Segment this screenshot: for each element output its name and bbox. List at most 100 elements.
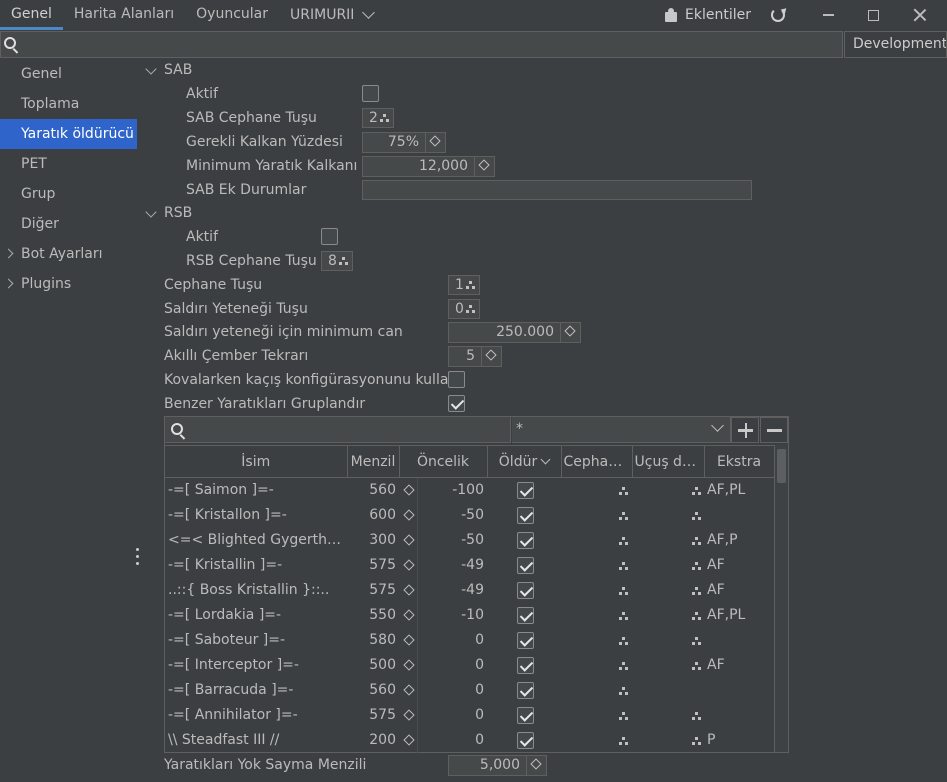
cell-extra[interactable]	[704, 503, 774, 528]
group-checkbox[interactable]	[448, 395, 465, 412]
cell-range-stepper[interactable]	[399, 627, 418, 653]
cell-range[interactable]: 560	[347, 678, 399, 703]
kill-checkbox[interactable]	[517, 706, 534, 724]
cell-ammo[interactable]	[561, 603, 632, 628]
cell-kill[interactable]	[487, 628, 561, 653]
cell-range[interactable]: 600	[347, 503, 399, 528]
kill-checkbox[interactable]	[517, 606, 534, 624]
cell-flight[interactable]	[632, 603, 704, 628]
table-row[interactable]: -=[ Kristallin ]=- 575 -49 AF	[165, 552, 774, 578]
table-row[interactable]: -=[ Saimon ]=- 560 -100 AF,PL	[165, 477, 774, 503]
rsb-ammo-key-field[interactable]: 8	[321, 251, 353, 271]
chevron-down-icon[interactable]	[145, 206, 157, 218]
table-row[interactable]: -=[ Interceptor ]=- 500 0 AF	[165, 652, 774, 678]
cell-name[interactable]: -=[ Interceptor ]=-	[165, 653, 347, 678]
kill-checkbox[interactable]	[517, 681, 534, 699]
cell-ammo[interactable]	[561, 678, 632, 703]
cell-flight[interactable]	[632, 553, 704, 578]
refresh-icon[interactable]	[771, 8, 785, 22]
cell-name[interactable]: ..::{ Boss Kristallin }::..	[165, 578, 347, 603]
cell-name[interactable]: -=[ Kristallon ]=-	[165, 503, 347, 528]
cell-name[interactable]: -=[ Annihilator ]=-	[165, 703, 347, 728]
cell-flight[interactable]	[632, 703, 704, 728]
cell-range-stepper[interactable]	[399, 527, 418, 553]
sidebar-item-plugins[interactable]: Plugins	[0, 269, 140, 299]
table-row[interactable]: -=[ Kristallon ]=- 600 -50	[165, 502, 774, 528]
cell-extra[interactable]: AF	[704, 578, 774, 603]
column-header-ucus[interactable]: Uçuş dü...	[632, 445, 705, 478]
cell-extra[interactable]	[704, 703, 774, 728]
table-row[interactable]: -=[ Annihilator ]=- 575 0	[165, 702, 774, 728]
cell-extra[interactable]: AF,PL	[704, 603, 774, 628]
cell-name[interactable]: \\ Steadfast III //	[165, 728, 347, 753]
table-row[interactable]: <=< Blighted Gygerthrall >=>300 -50 AF,P	[165, 527, 774, 553]
search-input[interactable]	[0, 31, 843, 58]
cell-name[interactable]: -=[ Lordakia ]=-	[165, 603, 347, 628]
kill-checkbox[interactable]	[517, 506, 534, 524]
sidebar-item-bot-ayarlari[interactable]: Bot Ayarları	[0, 239, 140, 269]
cell-range[interactable]: 575	[347, 553, 399, 578]
cell-extra[interactable]: P	[704, 728, 774, 753]
cell-kill[interactable]	[487, 503, 561, 528]
stepper-button[interactable]	[425, 132, 445, 153]
cell-kill[interactable]	[487, 553, 561, 578]
kill-checkbox[interactable]	[517, 631, 534, 649]
scrollbar-thumb[interactable]	[777, 449, 786, 483]
cell-name[interactable]: -=[ Barracuda ]=-	[165, 678, 347, 703]
cell-flight[interactable]	[632, 478, 704, 503]
kill-checkbox[interactable]	[517, 482, 534, 499]
column-header-oncelik[interactable]: Öncelik	[399, 445, 488, 478]
cell-priority[interactable]: -49	[417, 553, 487, 578]
shield-pct-spinner[interactable]: 75%	[362, 132, 446, 153]
sidebar-item-grup[interactable]: Grup	[0, 179, 140, 209]
cell-flight[interactable]	[632, 653, 704, 678]
cell-extra[interactable]: AF	[704, 653, 774, 678]
cell-extra[interactable]: AF	[704, 553, 774, 578]
cell-range-stepper[interactable]	[399, 502, 418, 528]
min-shield-spinner[interactable]: 12,000	[362, 156, 495, 177]
column-header-ekstra[interactable]: Ekstra	[704, 445, 775, 478]
cell-range[interactable]: 200	[347, 728, 399, 753]
maximize-icon[interactable]	[868, 9, 879, 21]
sab-ammo-key-field[interactable]: 2	[362, 108, 394, 128]
cell-flight[interactable]	[632, 628, 704, 653]
cell-range-stepper[interactable]	[399, 577, 418, 603]
cell-ammo[interactable]	[561, 728, 632, 753]
cell-range[interactable]: 550	[347, 603, 399, 628]
sab-extra-input[interactable]	[362, 180, 752, 200]
cell-range-stepper[interactable]	[399, 652, 418, 678]
cell-ammo[interactable]	[561, 528, 632, 553]
kill-checkbox[interactable]	[517, 556, 534, 574]
cell-extra[interactable]: AF,PL	[704, 478, 774, 503]
sidebar-item-pet[interactable]: PET	[0, 149, 140, 179]
cell-priority[interactable]: -10	[417, 603, 487, 628]
table-row[interactable]: -=[ Saboteur ]=- 580 0	[165, 627, 774, 653]
cell-ammo[interactable]	[561, 628, 632, 653]
cell-extra[interactable]	[704, 628, 774, 653]
stepper-button[interactable]	[474, 156, 494, 177]
cell-flight[interactable]	[632, 528, 704, 553]
kill-checkbox[interactable]	[517, 581, 534, 599]
cell-range-stepper[interactable]	[399, 702, 418, 728]
cell-kill[interactable]	[487, 578, 561, 603]
remove-button[interactable]	[760, 417, 788, 443]
splitter-handle[interactable]	[136, 548, 140, 568]
development-button[interactable]: Development	[844, 31, 947, 58]
column-header-menzil[interactable]: Menzil	[347, 445, 400, 478]
column-header-cephane[interactable]: Cephane...	[561, 445, 633, 478]
table-row[interactable]: \\ Steadfast III //200 0 P	[165, 727, 774, 753]
column-header-oldur[interactable]: Öldür	[487, 445, 562, 478]
cell-ammo[interactable]	[561, 578, 632, 603]
cell-kill[interactable]	[487, 603, 561, 628]
cell-ammo[interactable]	[561, 653, 632, 678]
chevron-down-icon[interactable]	[145, 63, 157, 75]
cell-range[interactable]: 560	[347, 478, 399, 503]
extensions-button[interactable]: Eklentiler	[664, 7, 751, 23]
table-row[interactable]: ..::{ Boss Kristallin }::.. 575 -49 AF	[165, 577, 774, 603]
kill-checkbox[interactable]	[517, 531, 534, 549]
sidebar-item-toplama[interactable]: Toplama	[0, 89, 140, 119]
cell-priority[interactable]: -49	[417, 578, 487, 603]
cell-priority[interactable]: -100	[417, 478, 487, 503]
circle-spinner[interactable]: 5	[448, 346, 502, 367]
cell-kill[interactable]	[487, 653, 561, 678]
